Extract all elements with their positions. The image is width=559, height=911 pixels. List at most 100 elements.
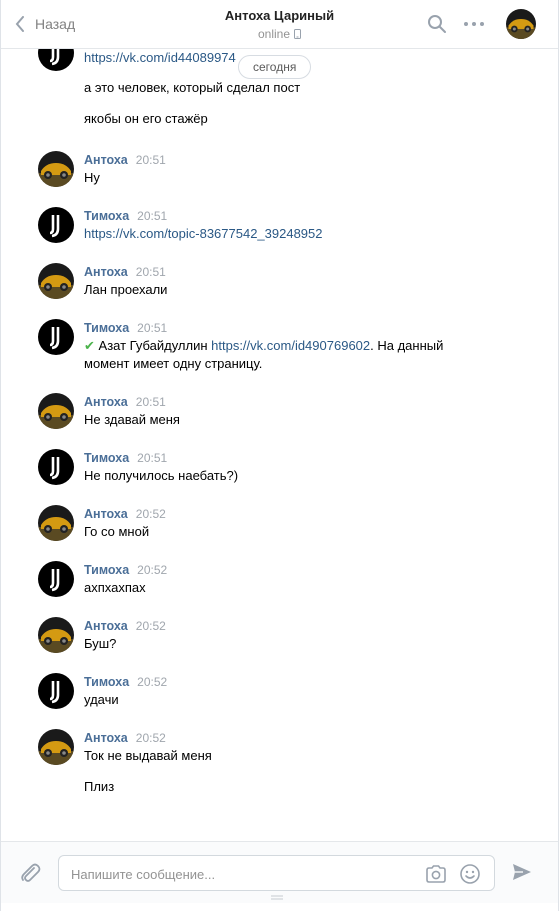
author-name[interactable]: Антоха	[84, 507, 128, 521]
author-name[interactable]: Тимоха	[84, 321, 129, 335]
message-item: Тимоха 20:51 Не получилось наебать?)	[38, 449, 518, 485]
message-time[interactable]: 20:51	[137, 451, 167, 465]
juventus-logo-icon	[38, 207, 74, 243]
emoji-button[interactable]	[459, 863, 481, 888]
author-name[interactable]: Тимоха	[84, 675, 129, 689]
avatar-car[interactable]	[38, 263, 74, 299]
author-name[interactable]: Антоха	[84, 619, 128, 633]
message-text: ✔ Азат Губайдуллин https://vk.com/id4907…	[84, 337, 518, 355]
chat-window: Назад Антоха Цариный online сегодня http…	[0, 0, 559, 911]
message-item: Тимоха 20:51 https://vk.com/topic-8367754…	[38, 207, 518, 243]
online-status: online	[257, 27, 302, 41]
avatar-car[interactable]	[38, 393, 74, 429]
author-name[interactable]: Тимоха	[84, 563, 129, 577]
message-text: ахпхахпах	[84, 580, 146, 595]
checkmark-icon: ✔	[84, 338, 95, 353]
car-avatar-icon	[38, 729, 74, 765]
message-time[interactable]: 20:51	[136, 395, 166, 409]
camera-button[interactable]	[425, 864, 447, 887]
message-text: момент имеет одну страницу.	[84, 356, 263, 371]
author-name[interactable]: Антоха	[84, 395, 128, 409]
avatar-car[interactable]	[38, 617, 74, 653]
more-button[interactable]	[463, 13, 485, 35]
message-time[interactable]: 20:52	[136, 507, 166, 521]
message-text: Не здавай меня	[84, 412, 180, 427]
message-text: Ну	[84, 170, 100, 185]
more-icon	[464, 22, 484, 26]
juventus-logo-icon	[38, 319, 74, 355]
message-text: якобы он его стажёр	[84, 111, 208, 126]
message-text: Ток не выдавай меня	[84, 748, 212, 763]
message-item: Антоха 20:52 Го со мной	[38, 505, 518, 541]
message-time[interactable]: 20:52	[137, 563, 167, 577]
car-avatar-icon	[38, 505, 74, 541]
message-item: Тимоха 20:52 ахпхахпах	[38, 561, 518, 597]
send-icon	[513, 864, 531, 880]
message-text: удачи	[84, 692, 119, 707]
paperclip-icon	[21, 863, 41, 882]
message-text-part: . На данный	[370, 338, 444, 353]
message-composer	[1, 841, 558, 903]
message-time[interactable]: 20:51	[137, 321, 167, 335]
message-item: Антоха 20:51 Ну	[38, 151, 518, 187]
message-time[interactable]: 20:51	[136, 265, 166, 279]
juventus-logo-icon	[38, 49, 74, 71]
car-avatar-icon	[506, 9, 536, 39]
message-item: Антоха 20:51 Не здавай меня	[38, 393, 518, 429]
avatar-car[interactable]	[38, 151, 74, 187]
avatar-juventus[interactable]	[38, 319, 74, 355]
avatar-car[interactable]	[38, 729, 74, 765]
avatar-juventus[interactable]	[38, 561, 74, 597]
message-text: Буш?	[84, 636, 117, 651]
author-name[interactable]: Тимоха	[84, 451, 129, 465]
message-link[interactable]: https://vk.com/topic-83677542_39248952	[84, 226, 323, 241]
chat-avatar[interactable]	[506, 9, 536, 39]
message-item: Антоха 20:51 Лан проехали	[38, 263, 518, 299]
message-time[interactable]: 20:52	[136, 619, 166, 633]
juventus-logo-icon	[38, 449, 74, 485]
attach-button[interactable]	[19, 862, 41, 887]
message-input-box[interactable]	[58, 855, 495, 891]
author-name[interactable]: Антоха	[84, 153, 128, 167]
message-time[interactable]: 20:52	[137, 675, 167, 689]
car-avatar-icon	[38, 151, 74, 187]
message-item: Тимоха 20:52 удачи	[38, 673, 518, 709]
message-time[interactable]: 20:51	[137, 209, 167, 223]
juventus-logo-icon	[38, 673, 74, 709]
message-input[interactable]	[71, 864, 411, 884]
message-item: Тимоха 20:51 ✔ Азат Губайдуллин https://v…	[38, 319, 518, 373]
message-time[interactable]: 20:52	[136, 731, 166, 745]
message-item: Антоха 20:52 Ток не выдавай меня Плиз	[38, 729, 518, 796]
author-name[interactable]: Антоха	[84, 731, 128, 745]
status-text: online	[257, 27, 291, 41]
car-avatar-icon	[38, 617, 74, 653]
camera-icon	[426, 865, 446, 883]
avatar-car[interactable]	[38, 505, 74, 541]
avatar-juventus[interactable]	[38, 449, 74, 485]
send-button[interactable]	[511, 862, 533, 885]
message-text-part: Азат Губайдуллин	[94, 338, 212, 353]
author-name[interactable]: Антоха	[84, 265, 128, 279]
message-time[interactable]: 20:51	[136, 153, 166, 167]
message-text: Го со мной	[84, 524, 150, 539]
avatar-juventus[interactable]	[38, 673, 74, 709]
smile-icon	[460, 864, 480, 884]
message-text: Плиз	[84, 779, 115, 794]
avatar-juventus	[38, 49, 74, 71]
chat-header: Назад Антоха Цариный online	[1, 0, 558, 49]
car-avatar-icon	[38, 393, 74, 429]
car-avatar-icon	[38, 263, 74, 299]
message-link[interactable]: https://vk.com/id44089974	[84, 50, 236, 65]
juventus-logo-icon	[38, 561, 74, 597]
message-text: Лан проехали	[84, 282, 168, 297]
message-text: Не получилось наебать?)	[84, 468, 239, 483]
date-separator: сегодня	[238, 55, 312, 79]
message-feed: https://vk.com/id44089974 а это человек,…	[1, 49, 558, 841]
search-icon	[428, 15, 446, 33]
avatar-juventus[interactable]	[38, 207, 74, 243]
message-link[interactable]: https://vk.com/id490769602	[211, 338, 370, 353]
author-name[interactable]: Тимоха	[84, 209, 129, 223]
resize-grip-icon[interactable]	[271, 895, 283, 901]
mobile-icon	[294, 29, 302, 39]
search-button[interactable]	[426, 13, 448, 35]
